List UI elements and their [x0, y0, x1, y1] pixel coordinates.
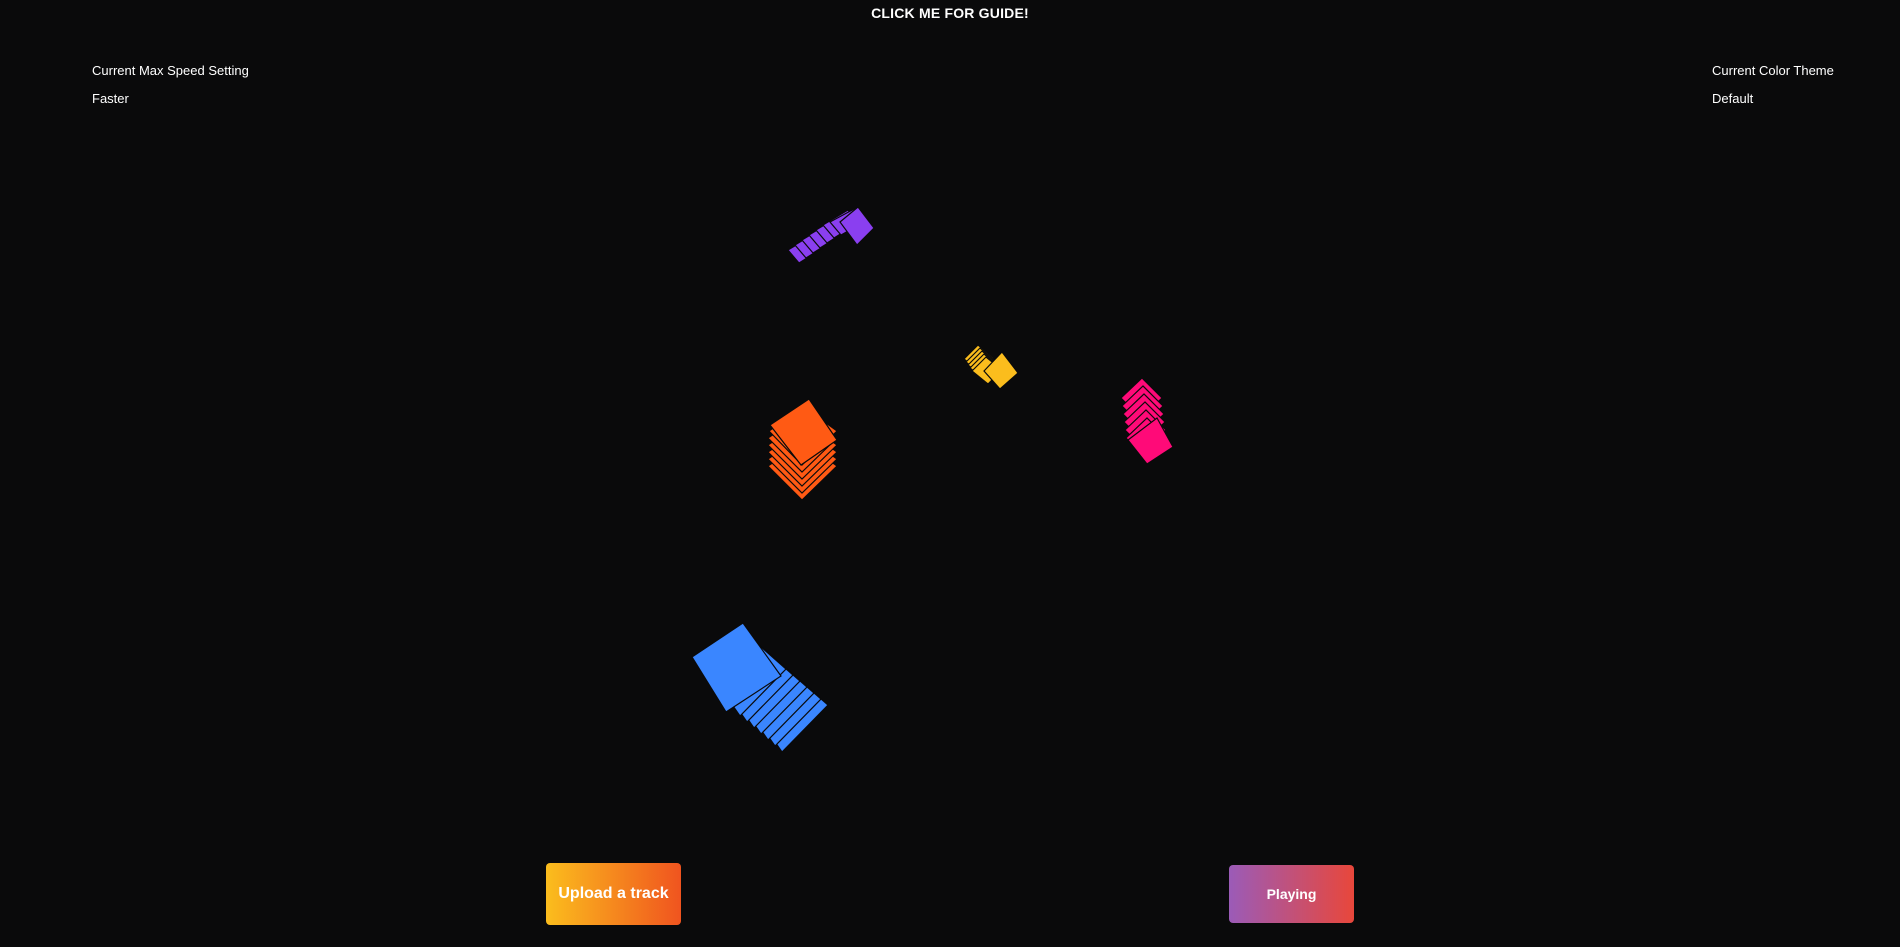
visualizer-canvas	[691, 206, 1174, 753]
upload-track-button[interactable]: Upload a track	[546, 863, 681, 925]
playing-button[interactable]: Playing	[1229, 865, 1354, 923]
purple-cube-stack	[787, 206, 875, 264]
visualizer-page: CLICK ME FOR GUIDE! Current Max Speed Se…	[0, 0, 1900, 947]
yellow-cube-stack	[963, 344, 1019, 390]
pink-cube-stack	[1120, 377, 1174, 465]
blue-cube-stack	[691, 622, 829, 753]
orange-cube-stack	[767, 398, 838, 501]
